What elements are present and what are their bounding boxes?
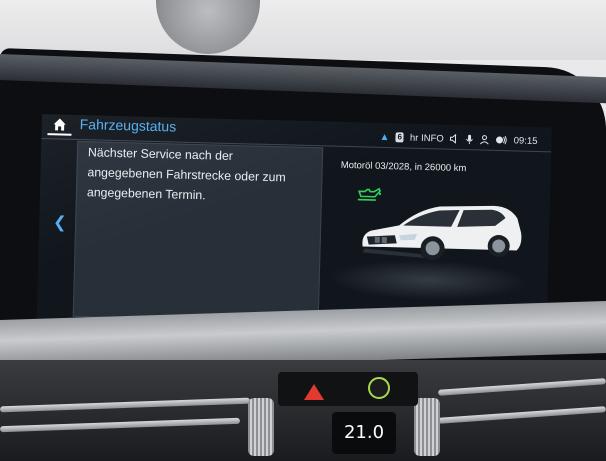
infotainment-screen: Fahrzeugstatus ▲ 6 hr INFO 09:15 ❮ Nächs… bbox=[36, 114, 552, 334]
service-info-panel: Nächster Service nach der angegebenen Fa… bbox=[72, 140, 324, 324]
oil-service-label[interactable]: Motoröl 03/2028, in 26000 km bbox=[341, 160, 467, 174]
page-title: Fahrzeugstatus bbox=[79, 115, 177, 135]
volume-icon bbox=[450, 133, 457, 144]
user-icon bbox=[480, 135, 489, 145]
left-vent-thumbwheel[interactable] bbox=[248, 398, 274, 456]
right-vent-thumbwheel[interactable] bbox=[414, 398, 440, 456]
phone-signal-icon bbox=[496, 135, 507, 145]
home-selected-indicator bbox=[47, 133, 72, 136]
clock: 09:15 bbox=[513, 134, 538, 147]
chevron-up-icon[interactable]: ▲ bbox=[379, 131, 389, 142]
temperature-display: 21.0 bbox=[332, 412, 396, 454]
notification-badge[interactable]: 6 bbox=[395, 132, 405, 143]
passenger-airbag-icon bbox=[368, 377, 390, 399]
hazard-icon[interactable] bbox=[304, 384, 324, 400]
microphone-icon bbox=[466, 134, 474, 145]
home-icon[interactable] bbox=[52, 116, 68, 132]
car-illustration bbox=[362, 205, 522, 261]
chevron-left-icon[interactable]: ❮ bbox=[53, 212, 67, 232]
center-button-panel bbox=[278, 372, 418, 406]
status-bar: ▲ 6 hr INFO 09:15 bbox=[379, 129, 537, 149]
audio-source-label: hr INFO bbox=[409, 132, 444, 145]
